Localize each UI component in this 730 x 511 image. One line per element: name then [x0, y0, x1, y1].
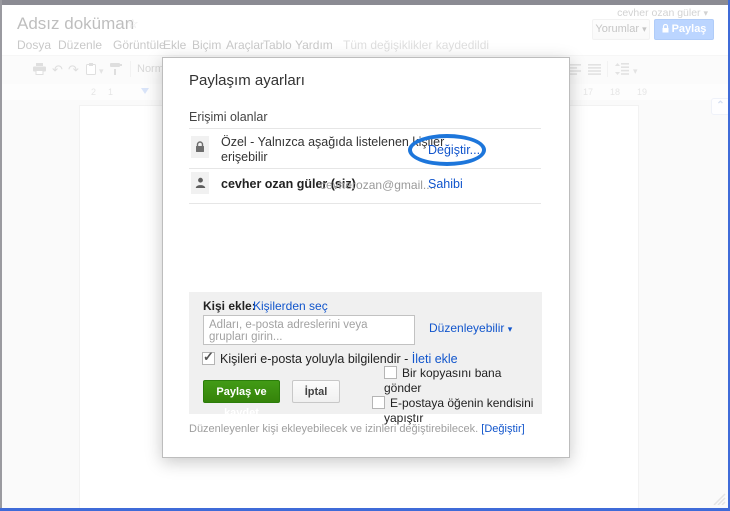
dialog-footer: Düzenleyenler kişi ekleyebilecek ve izin… — [189, 423, 525, 435]
notify-label: Kişileri e-posta yoluyla bilgilendir - — [220, 352, 409, 366]
send-copy-option: Bir kopyasını bana gönder — [372, 366, 538, 396]
extra-options: Bir kopyasını bana gönder E-postaya öğen… — [372, 366, 538, 426]
cancel-button[interactable]: İptal — [292, 380, 340, 403]
application-window: Adsız doküman ☆ cevher ozan güler ▾ Yoru… — [0, 0, 730, 511]
footer-text: Düzenleyenler kişi ekleyebilecek ve izin… — [189, 423, 479, 435]
check-icon: ✓ — [203, 349, 214, 364]
permission-dropdown[interactable]: Düzenleyebilir ▾ — [429, 321, 512, 335]
add-message-link[interactable]: İleti ekle — [412, 352, 458, 366]
access-heading: Erişimi olanlar — [189, 110, 268, 124]
notify-row: ✓ Kişileri e-posta yoluyla bilgilendir - … — [202, 349, 458, 366]
footer-change-link[interactable]: [Değiştir] — [481, 423, 524, 435]
dialog-title: Paylaşım ayarları — [189, 72, 305, 89]
owner-role-link[interactable]: Sahibi — [428, 177, 463, 191]
chevron-down-icon: ▾ — [507, 324, 513, 334]
divider — [189, 168, 541, 169]
lock-icon — [196, 141, 204, 152]
lock-icon-cell — [191, 136, 209, 158]
choose-from-contacts-link[interactable]: Kişilerden seç — [253, 299, 328, 313]
permission-dropdown-label: Düzenleyebilir — [429, 321, 505, 335]
invite-people-input[interactable] — [203, 315, 415, 345]
add-people-label: Kişi ekle: — [203, 299, 256, 313]
notify-checkbox[interactable]: ✓ — [202, 349, 215, 365]
person-icon-cell — [191, 172, 209, 194]
share-save-button[interactable]: Paylaş ve kaydet — [203, 380, 280, 419]
send-copy-label: Bir kopyasını bana gönder — [384, 366, 502, 395]
paste-item-checkbox[interactable] — [372, 396, 385, 409]
window-frame-left — [0, 0, 2, 511]
paste-item-label: E-postaya öğenin kendisini yapıştır — [384, 396, 534, 425]
person-icon — [195, 177, 205, 188]
window-frame-top — [0, 0, 730, 5]
divider — [189, 128, 541, 129]
owner-email: cevherozan@gmail.... — [320, 178, 437, 192]
divider — [189, 203, 541, 204]
paste-item-option: E-postaya öğenin kendisini yapıştır — [372, 396, 538, 426]
add-people-panel: Kişi ekle: Kişilerden seç Düzenleyebilir… — [189, 292, 542, 425]
sharing-dialog: Paylaşım ayarları Erişimi olanlar Özel -… — [162, 57, 570, 458]
annotation-ellipse — [408, 134, 486, 166]
send-copy-checkbox[interactable] — [384, 366, 397, 379]
